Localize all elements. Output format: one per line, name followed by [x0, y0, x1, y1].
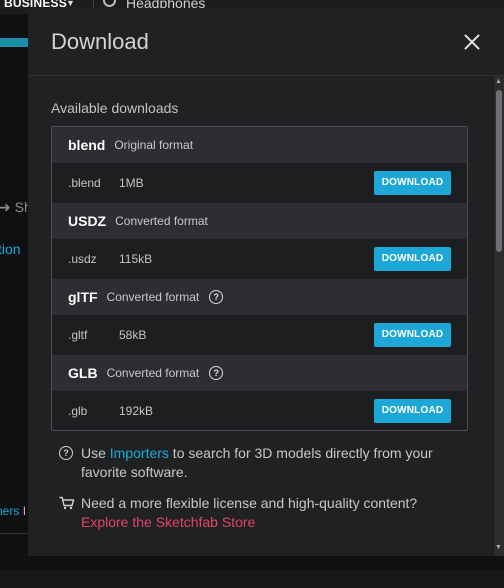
scroll-down-icon[interactable]: ▼ — [495, 544, 502, 551]
sketchfab-store-link[interactable]: Explore the Sketchfab Store — [81, 513, 471, 532]
format-row-glb: .glb 192kB DOWNLOAD — [52, 391, 467, 430]
close-icon[interactable] — [460, 30, 484, 54]
format-description: Converted format — [106, 290, 200, 304]
format-description: Converted format — [115, 214, 208, 228]
importers-info-text: Use Importers to search for 3D models di… — [81, 444, 471, 482]
file-extension: .gltf — [68, 328, 88, 342]
format-header-usdz: USDZ Converted format — [52, 203, 467, 239]
download-button-glb[interactable]: DOWNLOAD — [374, 399, 451, 423]
search-icon[interactable] — [103, 0, 116, 7]
file-size: 115kB — [119, 252, 153, 266]
background-option-link[interactable]: tion — [0, 241, 21, 257]
downloads-list: blend Original format .blend 1MB DOWNLOA… — [51, 126, 468, 431]
background-others-link[interactable]: ners I — [0, 504, 26, 518]
download-button-blend[interactable]: DOWNLOAD — [374, 171, 451, 195]
file-extension: .glb — [68, 404, 88, 418]
format-row-gltf: .gltf 58kB DOWNLOAD — [52, 315, 467, 355]
share-arrow-icon: ➜ — [0, 199, 11, 215]
help-circle-icon: ? — [59, 446, 73, 460]
format-header-blend: blend Original format — [52, 127, 467, 163]
format-header-glb: GLB Converted format ? — [52, 355, 467, 391]
background-accent-bar — [0, 38, 28, 47]
scroll-up-icon[interactable]: ▲ — [495, 78, 502, 85]
modal-title: Download — [51, 29, 149, 54]
download-modal: Download ▲ ▼ Available downloads blend O… — [28, 8, 504, 556]
others-separator: I — [22, 504, 27, 518]
importers-prefix: Use — [81, 445, 110, 461]
file-size: 58kB — [119, 328, 147, 342]
help-circle-icon[interactable]: ? — [209, 290, 224, 304]
background-divider — [0, 533, 28, 534]
available-downloads-label: Available downloads — [51, 100, 179, 116]
format-header-gltf: glTF Converted format ? — [52, 279, 467, 315]
importers-link[interactable]: Importers — [110, 445, 169, 461]
chevron-down-icon[interactable]: ▼ — [66, 0, 75, 8]
file-size: 192kB — [119, 404, 154, 418]
format-description: Converted format — [106, 366, 200, 380]
cart-icon — [59, 496, 75, 510]
others-link-label: ners — [0, 504, 20, 518]
file-size: 1MB — [119, 176, 144, 190]
file-extension: .usdz — [68, 252, 97, 266]
format-name: glTF — [68, 289, 98, 305]
modal-header: Download — [28, 8, 504, 76]
background-footer — [0, 570, 504, 588]
format-row-blend: .blend 1MB DOWNLOAD — [52, 163, 467, 203]
format-name: blend — [68, 137, 106, 153]
share-link[interactable]: ➜ Sh — [0, 199, 32, 216]
file-extension: .blend — [68, 176, 101, 190]
help-circle-icon[interactable]: ? — [209, 366, 224, 380]
format-name: USDZ — [68, 213, 107, 229]
download-button-gltf[interactable]: DOWNLOAD — [374, 323, 451, 347]
format-name: GLB — [68, 365, 98, 381]
download-button-usdz[interactable]: DOWNLOAD — [374, 247, 451, 271]
scrollbar-thumb[interactable] — [496, 90, 502, 252]
store-info-message: Need a more flexible license and high-qu… — [81, 495, 418, 511]
store-info-text: Need a more flexible license and high-qu… — [81, 494, 471, 532]
format-description: Original format — [114, 138, 194, 152]
format-row-usdz: .usdz 115kB DOWNLOAD — [52, 239, 467, 279]
